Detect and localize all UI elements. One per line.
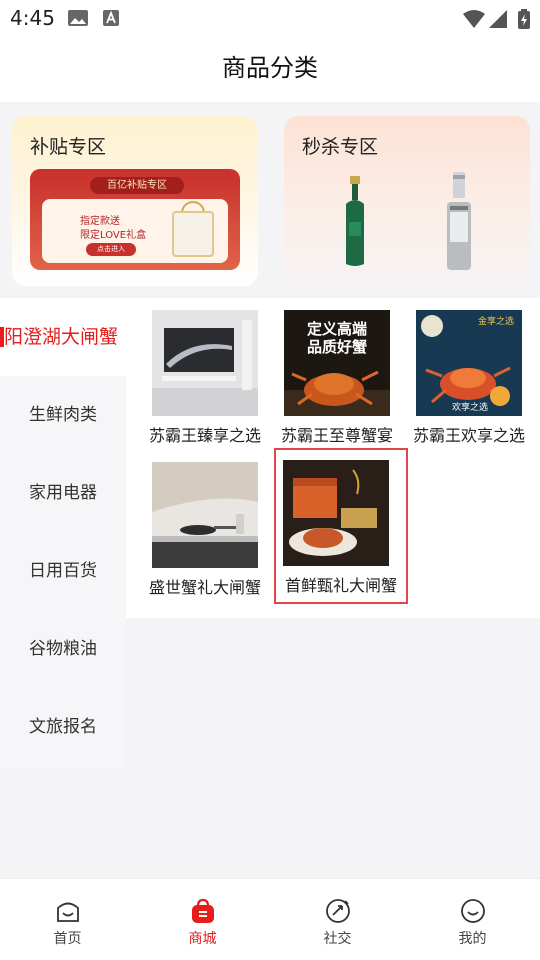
- banner-cta-button[interactable]: 点击进入: [86, 243, 136, 256]
- banner-card: 指定款送 限定LOVE礼盒 点击进入: [42, 199, 228, 263]
- product-grid: 苏霸王臻享之选 定义高端 品质好蟹 苏霸王至尊蟹宴 金享之选 欢享之选 苏霸王欢…: [126, 298, 540, 618]
- poster-line-1: 定义高端: [307, 320, 367, 338]
- sidebar-item-appliances[interactable]: 家用电器: [0, 454, 126, 532]
- sidebar-item-travel-signup[interactable]: 文旅报名: [0, 688, 126, 766]
- sidebar-item-hairy-crab[interactable]: 阳澄湖大闸蟹: [0, 298, 126, 376]
- product-image-crab-feast: 定义高端 品质好蟹: [284, 310, 390, 416]
- product-name: 盛世蟹礼大闸蟹: [148, 578, 261, 597]
- tab-label: 商城: [188, 931, 217, 947]
- page-title: 商品分类: [222, 54, 318, 82]
- product-image-gift-box: [283, 460, 389, 566]
- tab-shop[interactable]: 商城: [135, 879, 270, 960]
- status-bar: 4:45: [0, 0, 540, 36]
- status-time: 4:45: [10, 6, 55, 30]
- flash-sale-promo-card[interactable]: 秒杀专区: [284, 116, 530, 286]
- banner-tag: 百亿补贴专区: [90, 177, 184, 194]
- subsidy-promo-title: 补贴专区: [30, 136, 107, 158]
- product-card[interactable]: 金享之选 欢享之选 苏霸王欢享之选: [406, 300, 538, 450]
- product-card[interactable]: 定义高端 品质好蟹 苏霸王至尊蟹宴: [274, 300, 406, 450]
- product-image-crab-moon: 金享之选 欢享之选: [416, 310, 522, 416]
- banner-line-2: 限定LOVE礼盒: [80, 230, 147, 241]
- a-icon: [103, 10, 119, 26]
- sidebar-item-label: 阳澄湖大闸蟹: [4, 326, 119, 348]
- bottom-tab-bar: 首页 商城 社交 我的: [0, 878, 540, 960]
- green-serum-bottle-image: [346, 176, 364, 266]
- product-card[interactable]: 盛世蟹礼大闸蟹: [142, 452, 274, 602]
- tab-social[interactable]: 社交: [270, 879, 405, 960]
- product-image-tv-room: [152, 310, 258, 416]
- silver-serum-bottle-image: [447, 172, 471, 270]
- profile-icon: [461, 899, 485, 923]
- product-card[interactable]: 苏霸王臻享之选: [142, 300, 274, 450]
- image-icon: [68, 10, 88, 26]
- sidebar-item-label: 生鲜肉类: [29, 405, 97, 425]
- wifi-icon: [463, 10, 485, 28]
- tab-label: 社交: [323, 931, 352, 947]
- product-name: 首鲜甄礼大闸蟹: [284, 576, 397, 595]
- sidebar-item-daily-goods[interactable]: 日用百货: [0, 532, 126, 610]
- social-icon: [326, 899, 350, 923]
- sidebar-item-label: 文旅报名: [29, 717, 97, 737]
- signal-icon: [489, 10, 507, 28]
- subsidy-banner[interactable]: 百亿补贴专区 指定款送 限定LOVE礼盒 点击进入: [30, 169, 240, 270]
- sidebar-item-grain-oil[interactable]: 谷物粮油: [0, 610, 126, 688]
- tab-label: 我的: [458, 931, 487, 947]
- page-header: 商品分类: [0, 36, 540, 102]
- poster-bottom-text: 欢享之选: [452, 401, 488, 413]
- tab-label: 首页: [53, 931, 82, 947]
- battery-icon: [518, 9, 530, 29]
- poster-top-text: 金享之选: [478, 315, 514, 327]
- banner-line-1: 指定款送: [80, 216, 120, 227]
- shop-bag-icon: [192, 898, 214, 923]
- sidebar-item-fresh-meat[interactable]: 生鲜肉类: [0, 376, 126, 454]
- tab-home[interactable]: 首页: [0, 879, 135, 960]
- tab-profile[interactable]: 我的: [405, 879, 540, 960]
- sidebar-item-label: 谷物粮油: [29, 639, 97, 659]
- product-name: 苏霸王臻享之选: [148, 426, 261, 445]
- product-card-selected[interactable]: 首鲜甄礼大闸蟹: [274, 448, 408, 604]
- product-image-kitchen: [152, 462, 258, 568]
- sidebar-item-label: 日用百货: [29, 561, 97, 581]
- product-name: 苏霸王至尊蟹宴: [280, 426, 393, 445]
- category-sidebar: 阳澄湖大闸蟹 生鲜肉类 家用电器 日用百货 谷物粮油 文旅报名: [0, 298, 126, 768]
- poster-line-2: 品质好蟹: [307, 338, 367, 356]
- product-name: 苏霸王欢享之选: [412, 426, 525, 445]
- gift-box-image: [172, 211, 214, 257]
- subsidy-promo-card[interactable]: 补贴专区 百亿补贴专区 指定款送 限定LOVE礼盒 点击进入: [12, 116, 258, 286]
- active-indicator: [0, 327, 4, 347]
- flash-sale-promo-title: 秒杀专区: [302, 136, 379, 158]
- home-icon: [57, 902, 79, 922]
- sidebar-item-label: 家用电器: [29, 483, 97, 503]
